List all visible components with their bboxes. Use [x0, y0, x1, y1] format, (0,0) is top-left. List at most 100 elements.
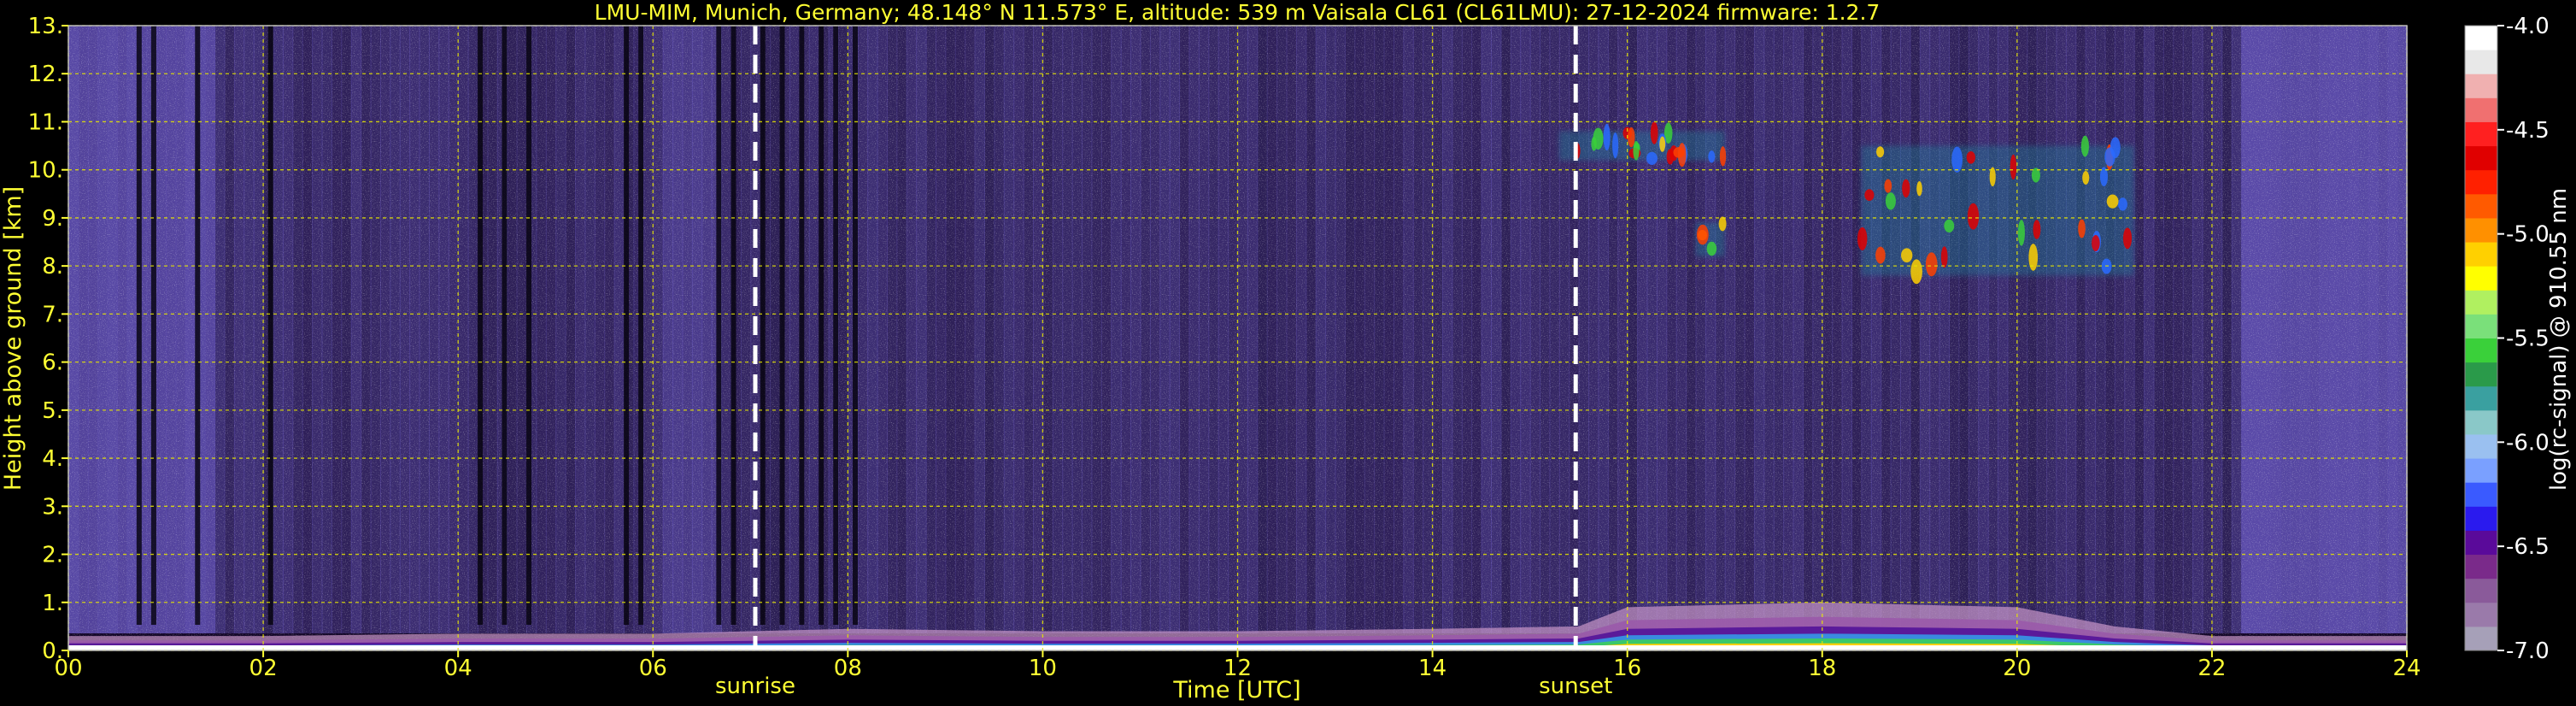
cirrus-cell	[2080, 135, 2089, 157]
colorbar-tick-label: -6.0	[2506, 430, 2550, 456]
cirrus-cell	[1875, 246, 1886, 264]
colorbar-segment	[2465, 554, 2497, 580]
dark-column	[716, 26, 722, 625]
cirrus-cell	[2104, 147, 2115, 167]
cirrus-cell	[1603, 123, 1611, 151]
dark-column	[819, 26, 824, 625]
cirrus-cell	[1659, 136, 1666, 152]
cirrus-cell	[2118, 197, 2127, 211]
colorbar-segment	[2465, 193, 2497, 219]
chart-title: LMU-MIM, Munich, Germany; 48.148° N 11.5…	[595, 0, 1881, 25]
dark-column	[638, 26, 644, 625]
y-tick-label: 11.	[28, 109, 63, 135]
x-tick-label: 24	[2392, 656, 2421, 681]
cirrus-cell	[1864, 189, 1875, 202]
cirrus-haze	[1558, 131, 1725, 161]
y-tick-label: 1.	[42, 591, 63, 616]
cirrus-cell	[1708, 150, 1716, 163]
cirrus-cell	[2010, 154, 2017, 180]
colorbar-segment	[2465, 530, 2497, 556]
cirrus-cell	[1885, 192, 1896, 210]
cirrus-cell	[1884, 179, 1892, 193]
y-tick-label: 10.	[28, 158, 63, 184]
x-tick-label: 02	[249, 656, 278, 681]
cirrus-cell	[2033, 220, 2041, 239]
ceilometer-chart: LMU-MIM, Munich, Germany; 48.148° N 11.5…	[0, 0, 2572, 703]
cirrus-cell	[2078, 219, 2086, 238]
x-tick-label: 20	[2003, 656, 2031, 681]
colorbar-segment	[2465, 458, 2497, 483]
dark-column	[136, 26, 142, 625]
dark-column	[150, 26, 156, 625]
dark-column	[502, 26, 508, 625]
x-tick-label: 04	[444, 656, 472, 681]
y-axis-label: Height above ground [km]	[0, 186, 26, 491]
colorbar-segment	[2465, 242, 2497, 267]
y-tick-label: 12.	[28, 62, 63, 87]
y-tick-label: 6.	[42, 350, 63, 376]
colorbar-segment	[2465, 145, 2497, 171]
cirrus-cell	[1966, 150, 1975, 164]
y-tick-label: 8.	[42, 254, 63, 279]
x-tick-label: 22	[2198, 656, 2226, 681]
cirrus-cell	[1650, 121, 1658, 144]
cirrus-cell	[1951, 146, 1963, 173]
y-tick-label: 4.	[42, 446, 63, 472]
cirrus-cell	[1628, 126, 1635, 148]
colorbar-segment	[2465, 121, 2497, 147]
colorbar	[2464, 25, 2498, 651]
dark-column	[853, 26, 859, 625]
y-tick-label: 9.	[42, 206, 63, 232]
cirrus-cell	[1944, 219, 1955, 233]
colorbar-tick-label: -4.0	[2506, 14, 2550, 39]
colorbar-segment	[2465, 74, 2497, 98]
colorbar-segment	[2465, 314, 2497, 338]
dark-column	[477, 26, 483, 625]
colorbar-label: log(rc-signal) @ 910.55 nm	[2546, 188, 2572, 491]
cirrus-cell	[1666, 149, 1675, 165]
colorbar-segment	[2465, 169, 2497, 195]
cirrus-cell	[1875, 146, 1885, 158]
colorbar-ticks: -4.0 -4.5 -5.0 -5.5 -6.0 -6.5 -7.0	[2497, 14, 2550, 664]
colorbar-segment	[2465, 602, 2497, 627]
x-tick-label: 14	[1418, 656, 1446, 681]
cirrus-cell	[1719, 146, 1727, 167]
dark-column	[195, 26, 201, 625]
cirrus-cell	[1910, 259, 1922, 285]
colorbar-segment	[2465, 362, 2497, 387]
x-tick-label: 10	[1029, 656, 1057, 681]
colorbar-segment	[2465, 506, 2497, 531]
cirrus-cell	[1646, 151, 1658, 165]
y-tick-label: 3.	[42, 494, 63, 520]
colorbar-segment	[2465, 97, 2497, 122]
cirrus-cell	[2092, 234, 2100, 252]
y-tick-label: 7.	[42, 302, 63, 327]
cirrus-cell	[1706, 241, 1717, 256]
dark-column	[731, 26, 736, 625]
cirrus-cell	[2017, 220, 2025, 246]
colorbar-segment	[2465, 50, 2497, 74]
y-tick-label: 13.	[28, 14, 63, 39]
sun-event-label: sunrise	[715, 674, 795, 699]
dark-column	[760, 26, 766, 625]
dark-column	[833, 26, 839, 625]
colorbar-tick-label: -4.5	[2506, 118, 2550, 144]
sun-event-label: sunset	[1539, 674, 1612, 699]
colorbar-segment	[2465, 578, 2497, 603]
dark-column	[799, 26, 805, 625]
colorbar-tick-label: -5.0	[2506, 222, 2550, 248]
x-axis-label: Time [UTC]	[1172, 677, 1300, 703]
x-tick-label: 06	[639, 656, 667, 681]
cirrus-cell	[1967, 203, 1980, 230]
cirrus-cell	[1902, 179, 1910, 198]
colorbar-segment	[2465, 217, 2497, 243]
cirrus-cell	[1901, 248, 1913, 263]
colorbar-segment	[2465, 338, 2497, 363]
cirrus-cell	[2106, 194, 2119, 209]
cirrus-cell	[1925, 252, 1938, 277]
cirrus-cell	[1696, 224, 1709, 245]
dark-column	[525, 26, 531, 625]
dark-column	[267, 26, 273, 625]
colorbar-tick-label: -7.0	[2506, 638, 2550, 664]
x-tick-label: 18	[1808, 656, 1836, 681]
